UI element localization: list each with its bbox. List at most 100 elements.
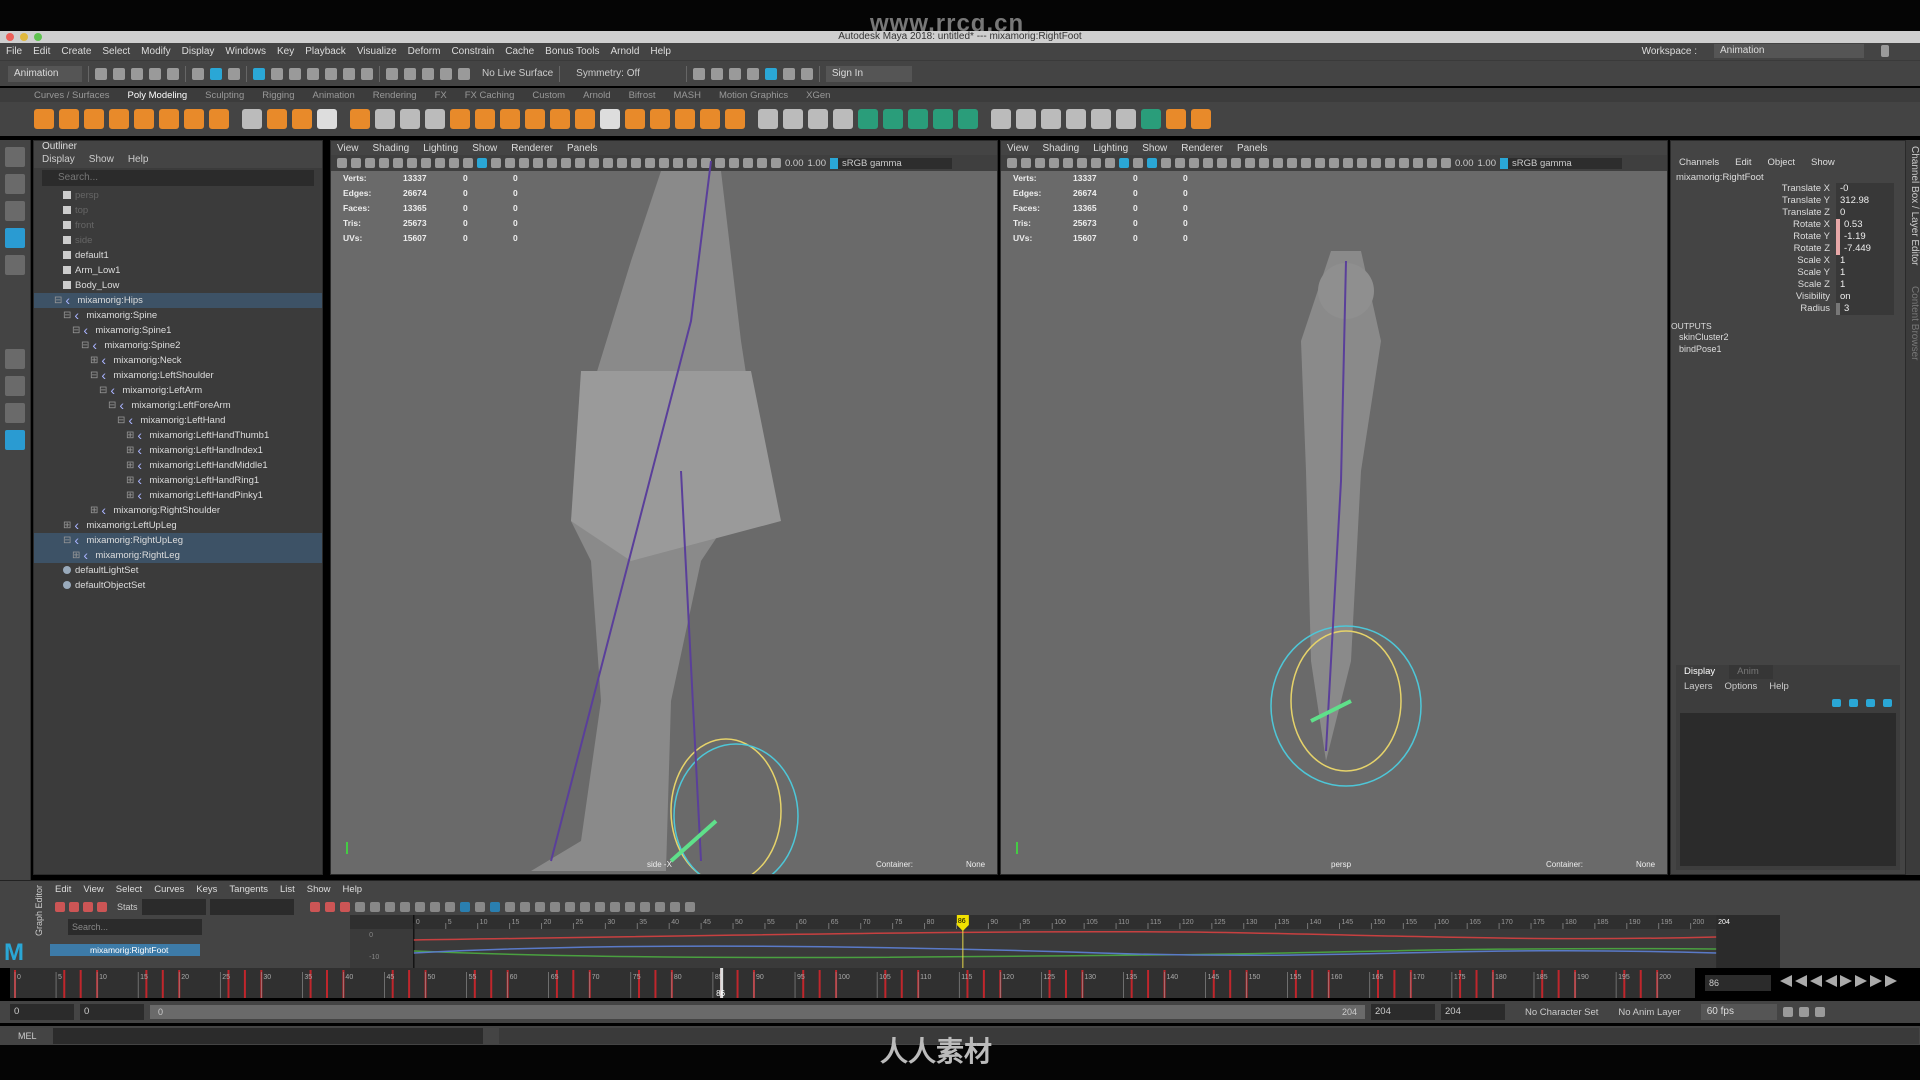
paint-select-tool-icon[interactable]: [5, 201, 25, 221]
graph-tool-icon[interactable]: [669, 902, 680, 912]
shelf-tool-icon[interactable]: [242, 109, 262, 129]
shelf-tool-icon[interactable]: [1016, 109, 1036, 129]
render-view-icon[interactable]: [764, 67, 777, 80]
options-menu[interactable]: Options: [1725, 681, 1758, 692]
graph-menu-list[interactable]: List: [280, 884, 295, 895]
shelf-tool-icon[interactable]: [184, 109, 204, 129]
channel-value[interactable]: 1: [1836, 267, 1894, 279]
graph-menu-tangents[interactable]: Tangents: [229, 884, 268, 895]
channel-value[interactable]: 0: [1836, 207, 1894, 219]
shelf-tool-icon[interactable]: [1091, 109, 1111, 129]
shelf-tab-fx[interactable]: FX: [435, 90, 447, 101]
shelf-tool-icon[interactable]: [525, 109, 545, 129]
menu-constrain[interactable]: Constrain: [451, 46, 494, 57]
expand-toggle-icon[interactable]: ⊞: [126, 430, 134, 441]
graph-tool-icon[interactable]: [474, 902, 485, 912]
channel-box-side-tab[interactable]: Channel Box / Layer Editor Content Browse…: [1906, 140, 1920, 875]
graph-tool-icon[interactable]: [384, 902, 395, 912]
shelf-tab-fx-caching[interactable]: FX Caching: [465, 90, 515, 101]
expand-toggle-icon[interactable]: ⊟: [54, 295, 62, 306]
outliner-menu-show[interactable]: Show: [89, 154, 114, 168]
expand-toggle-icon[interactable]: ⊟: [63, 535, 71, 546]
snap-point-icon[interactable]: [422, 67, 434, 80]
shelf-tool-icon[interactable]: [575, 109, 595, 129]
playback-end-field[interactable]: 204: [1371, 1004, 1435, 1020]
graph-tool-icon[interactable]: [324, 902, 335, 912]
channel-value[interactable]: on: [1836, 291, 1894, 303]
graph-tool-icon[interactable]: [639, 902, 650, 912]
play-backwards-button[interactable]: [1825, 975, 1837, 987]
workspace-dropdown[interactable]: Animation: [1714, 44, 1864, 58]
graph-tool-icon[interactable]: [369, 902, 380, 912]
step-back-key-button[interactable]: [1795, 975, 1807, 987]
tab-channel-box[interactable]: Channel Box / Layer Editor: [1909, 146, 1920, 266]
channel-value[interactable]: -1.19: [1836, 231, 1894, 243]
shelf-tool-icon[interactable]: [500, 109, 520, 129]
menu-help[interactable]: Help: [650, 46, 671, 57]
viewport-persp[interactable]: View Shading Lighting Show Renderer Panels 0.0…: [1000, 140, 1668, 875]
graph-menu-edit[interactable]: Edit: [55, 884, 71, 895]
time-slider[interactable]: 0 5 10 15 20 25 30 35 40 45 50 55 60 65 70 75 80 85 90 95 10…: [10, 968, 1695, 998]
expand-toggle-icon[interactable]: ⊟: [90, 370, 98, 381]
outliner-item[interactable]: ⊟ ‹ mixamorig:LeftForeArm: [34, 398, 322, 413]
shelf-tool-icon[interactable]: [1066, 109, 1086, 129]
shelf-tool-icon[interactable]: [1191, 109, 1211, 129]
outliner-item[interactable]: ⊟ ‹ mixamorig:Spine: [34, 308, 322, 323]
shelf-tab-mash[interactable]: MASH: [674, 90, 701, 101]
shelf-tab-custom[interactable]: Custom: [532, 90, 565, 101]
graph-tool-icon[interactable]: [654, 902, 665, 912]
menu-create[interactable]: Create: [61, 46, 91, 57]
graph-tool-icon[interactable]: [444, 902, 455, 912]
channel-menu-show[interactable]: Show: [1811, 157, 1835, 168]
outliner-item[interactable]: defaultLightSet: [34, 563, 322, 578]
graph-curve-area[interactable]: 0510152025303540455055606570758085909510…: [350, 915, 1780, 968]
snap-curve-icon[interactable]: [404, 67, 416, 80]
shelf-tool-icon[interactable]: [783, 109, 803, 129]
outliner-menu-display[interactable]: Display: [42, 154, 75, 168]
channel-value[interactable]: 1: [1836, 255, 1894, 267]
live-surface-label[interactable]: No Live Surface: [482, 68, 553, 79]
redo-icon[interactable]: [167, 67, 179, 80]
graph-selected-node[interactable]: mixamorig:RightFoot: [50, 944, 200, 956]
layer-list[interactable]: [1680, 713, 1896, 866]
shelf-tool-icon[interactable]: [550, 109, 570, 129]
shelf-tool-icon[interactable]: [600, 109, 620, 129]
snap-view-plane-icon[interactable]: [440, 67, 452, 80]
range-slider[interactable]: 0 204: [150, 1005, 1365, 1019]
move-layer-up-icon[interactable]: [1832, 699, 1841, 707]
channel-row[interactable]: Visibility on: [1671, 291, 1905, 303]
rotate-tool-icon[interactable]: [5, 255, 25, 275]
character-set-dropdown[interactable]: No Character Set: [1525, 1007, 1598, 1018]
symmetry-dropdown[interactable]: Symmetry: Off: [576, 68, 640, 79]
channel-row[interactable]: Scale Z1: [1671, 279, 1905, 291]
select-by-surface-icon[interactable]: [289, 67, 301, 80]
lock-icon[interactable]: [1881, 45, 1889, 57]
shelf-tool-icon[interactable]: [34, 109, 54, 129]
command-input[interactable]: [52, 1027, 483, 1044]
undo-icon[interactable]: [149, 67, 161, 80]
outliner-layout-icon[interactable]: [5, 430, 25, 450]
outliner-item[interactable]: persp: [34, 188, 322, 203]
channel-value[interactable]: -7.449: [1836, 243, 1894, 255]
graph-tool-icon[interactable]: [594, 902, 605, 912]
help-menu[interactable]: Help: [1769, 681, 1789, 692]
outliner-item[interactable]: ⊞ ‹ mixamorig:LeftHandPinky1: [34, 488, 322, 503]
lock-selection-icon[interactable]: [361, 67, 373, 80]
channel-menu-channels[interactable]: Channels: [1679, 157, 1719, 168]
channel-menu-object[interactable]: Object: [1768, 157, 1795, 168]
ipr-render-icon[interactable]: [710, 67, 723, 80]
outliner-item[interactable]: ⊟ ‹ mixamorig:LeftHand: [34, 413, 322, 428]
expand-toggle-icon[interactable]: ⊞: [72, 550, 80, 561]
lattice-deform-icon[interactable]: [83, 902, 93, 912]
graph-tool-icon[interactable]: [684, 902, 695, 912]
outliner-item[interactable]: ⊞ ‹ mixamorig:RightLeg: [34, 548, 322, 563]
outliner-item[interactable]: ⊞ ‹ mixamorig:RightShoulder: [34, 503, 322, 518]
graph-tool-icon[interactable]: [519, 902, 530, 912]
channel-value[interactable]: 1: [1836, 279, 1894, 291]
channel-value[interactable]: 0.53: [1836, 219, 1894, 231]
layers-menu[interactable]: Layers: [1684, 681, 1713, 692]
single-view-icon[interactable]: [5, 349, 25, 369]
channel-row[interactable]: Translate X -0: [1671, 183, 1905, 195]
region-tool-icon[interactable]: [97, 902, 107, 912]
step-forward-frame-button[interactable]: [1855, 975, 1867, 987]
